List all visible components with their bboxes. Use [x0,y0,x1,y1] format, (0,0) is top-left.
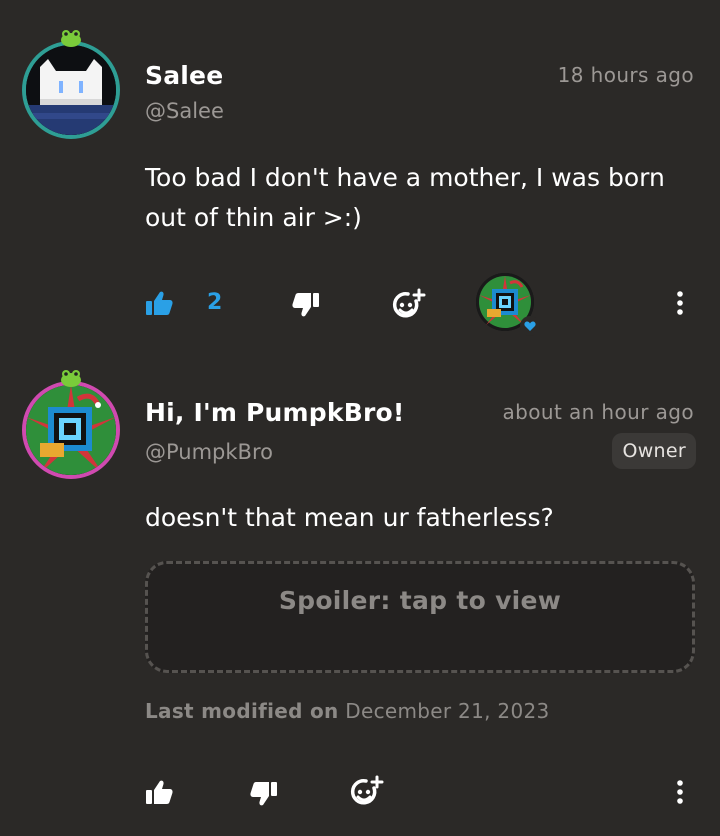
last-modified-label: Last modified on [145,699,339,723]
like-button[interactable] [143,287,175,319]
author-handle[interactable]: @Salee [145,99,224,123]
add-reaction-button[interactable] [348,774,388,810]
author-name[interactable]: Hi, I'm PumpkBro! [145,398,404,427]
thumbs-up-icon [146,291,173,315]
heart-icon [524,321,536,331]
heart-badge [520,316,540,336]
last-modified: Last modified on December 21, 2023 [145,699,550,723]
timestamp: 18 hours ago [557,63,694,87]
comment-text: Too bad I don't have a mother, I was bor… [145,163,665,232]
like-button[interactable] [143,776,175,808]
author-name[interactable]: Salee [145,61,223,90]
more-vertical-icon [677,291,683,315]
comment-text: doesn't that mean ur fatherless? [145,503,554,532]
owner-badge: Owner [612,433,696,469]
more-vertical-icon [677,780,683,804]
add-reaction-button[interactable] [390,287,430,323]
add-reaction-icon [392,288,426,318]
more-options-button[interactable] [668,287,692,319]
avatar-pumpkbro[interactable] [22,370,120,479]
thumbs-down-icon [250,782,277,806]
like-count: 2 [207,290,223,315]
last-modified-date: December 21, 2023 [345,699,550,723]
more-options-button[interactable] [668,776,692,808]
spoiler-box[interactable]: Spoiler: tap to view [145,561,695,673]
dislike-button[interactable] [290,289,322,321]
avatar-salee[interactable] [22,30,120,139]
thumbs-up-icon [146,780,173,804]
comment-actions [0,762,720,822]
timestamp: about an hour ago [502,400,694,424]
dislike-button[interactable] [248,778,280,810]
reactor-avatar[interactable] [476,273,540,336]
frog-badge-icon [61,370,81,387]
spoiler-label: Spoiler: tap to view [278,586,562,615]
frog-badge-icon [61,30,81,47]
thumbs-down-icon [292,293,319,317]
add-reaction-icon [350,775,384,805]
comment-actions: 2 [0,273,720,336]
author-handle[interactable]: @PumpkBro [145,440,273,464]
